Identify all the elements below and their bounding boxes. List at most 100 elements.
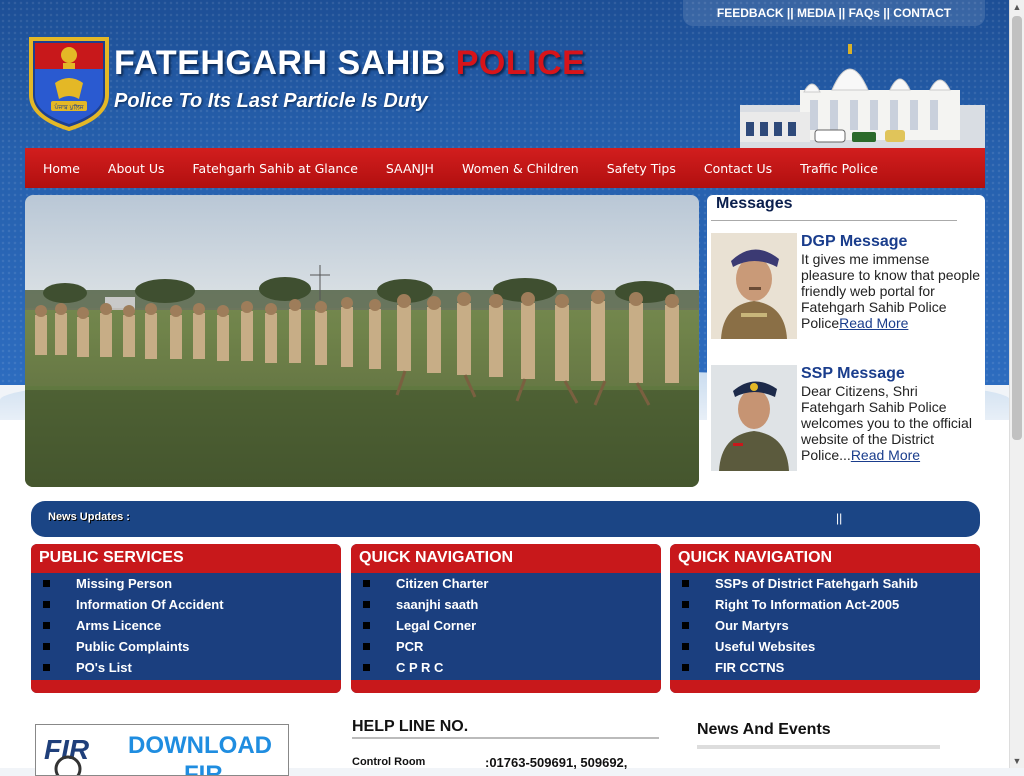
link-label: Information Of Accident — [76, 597, 224, 612]
scroll-thumb[interactable] — [1012, 16, 1022, 440]
bullet-icon — [43, 664, 50, 671]
link-label: Missing Person — [76, 576, 173, 591]
nav-contact-us[interactable]: Contact Us — [690, 161, 786, 176]
bullet-icon — [682, 580, 689, 587]
nav-home[interactable]: Home — [29, 161, 94, 176]
helpline-divider — [352, 737, 659, 739]
bullet-icon — [363, 601, 370, 608]
scroll-down-arrow-icon[interactable]: ▼ — [1010, 754, 1024, 768]
top-links[interactable]: FEEDBACK || MEDIA || FAQs || CONTACT — [717, 6, 951, 20]
quick-navigation-box-1: QUICK NAVIGATION Citizen Charter saanjhi… — [351, 544, 661, 693]
messages-panel: Messages DGP Message It gives me immense… — [707, 195, 985, 487]
link-useful-websites[interactable]: Useful Websites — [670, 636, 980, 657]
scroll-up-arrow-icon[interactable]: ▲ — [1010, 0, 1024, 14]
link-label: Right To Information Act-2005 — [715, 597, 900, 612]
quick-navigation-title-1: QUICK NAVIGATION — [351, 544, 661, 573]
bullet-icon — [43, 580, 50, 587]
link-rti-act[interactable]: Right To Information Act-2005 — [670, 594, 980, 615]
link-saanjhi-saath[interactable]: saanjhi saath — [351, 594, 661, 615]
link-label: PO's List — [76, 660, 132, 675]
box-footer — [31, 680, 341, 693]
bullet-icon — [682, 601, 689, 608]
link-pcr[interactable]: PCR — [351, 636, 661, 657]
link-legal-corner[interactable]: Legal Corner — [351, 615, 661, 636]
bullet-icon — [43, 601, 50, 608]
link-fir-cctns[interactable]: FIR CCTNS — [670, 657, 980, 678]
punjab-police-emblem-icon: ਪੰਜਾਬ ਪੁਲਿਸ — [29, 37, 109, 131]
bullet-icon — [363, 580, 370, 587]
ssp-message-text: Dear Citizens, Shri Fatehgarh Sahib Poli… — [801, 383, 983, 463]
fir-download-text-2: FIR — [184, 761, 223, 776]
news-separator: || — [836, 511, 843, 525]
helpline-control-room-label: Control Room — [352, 756, 426, 768]
public-services-box: PUBLIC SERVICES Missing Person Informati… — [31, 544, 341, 693]
link-label: Public Complaints — [76, 639, 190, 654]
gurdwara-building-image — [740, 44, 985, 148]
emblem-text: ਪੰਜਾਬ ਪੁਲਿਸ — [53, 103, 84, 111]
bullet-icon — [682, 622, 689, 629]
link-accident-info[interactable]: Information Of Accident — [31, 594, 341, 615]
news-events-title: News And Events — [697, 721, 831, 738]
link-public-complaints[interactable]: Public Complaints — [31, 636, 341, 657]
bullet-icon — [363, 643, 370, 650]
ssp-message-title[interactable]: SSP Message — [801, 365, 905, 383]
link-label: SSPs of District Fatehgarh Sahib — [715, 576, 918, 591]
nav-saanjh[interactable]: SAANJH — [372, 161, 448, 176]
ssp-photo — [711, 365, 797, 471]
page-scrollbar[interactable]: ▲ ▼ — [1009, 0, 1024, 768]
bullet-icon — [363, 622, 370, 629]
nav-safety-tips[interactable]: Safety Tips — [593, 161, 690, 176]
bullet-icon — [43, 622, 50, 629]
ssp-read-more-link[interactable]: Read More — [851, 447, 920, 463]
news-updates-label: News Updates : — [48, 511, 130, 523]
link-citizen-charter[interactable]: Citizen Charter — [351, 573, 661, 594]
news-updates-ticker[interactable]: News Updates : || — [31, 501, 980, 537]
helpline-title: HELP LINE NO. — [352, 718, 469, 735]
link-our-martyrs[interactable]: Our Martyrs — [670, 615, 980, 636]
nav-at-glance[interactable]: Fatehgarh Sahib at Glance — [179, 161, 372, 176]
nav-about-us[interactable]: About Us — [94, 161, 179, 176]
messages-title: Messages — [716, 195, 793, 212]
site-title-main: FATEHGARH SAHIB — [114, 44, 456, 82]
bullet-icon — [363, 664, 370, 671]
link-label: FIR CCTNS — [715, 660, 785, 675]
bullet-icon — [43, 643, 50, 650]
dgp-message-text: It gives me immense pleasure to know tha… — [801, 251, 983, 331]
link-label: PCR — [396, 639, 424, 654]
box-footer — [670, 680, 980, 693]
dgp-photo — [711, 233, 797, 339]
quick-navigation-title-2: QUICK NAVIGATION — [670, 544, 980, 573]
download-fir-banner[interactable]: FIR DOWNLOAD FIR — [35, 724, 289, 776]
fir-logo-text: FIR — [44, 734, 90, 765]
nav-traffic-police[interactable]: Traffic Police — [786, 161, 892, 176]
link-label: Arms Licence — [76, 618, 162, 633]
link-label: Citizen Charter — [396, 576, 489, 591]
news-events-divider — [697, 745, 940, 749]
dgp-message-title[interactable]: DGP Message — [801, 233, 907, 251]
site-title[interactable]: FATEHGARH SAHIB POLICE — [114, 44, 585, 83]
link-cprc[interactable]: C P R C — [351, 657, 661, 678]
link-missing-person[interactable]: Missing Person — [31, 573, 341, 594]
link-label: Legal Corner — [396, 618, 477, 633]
link-label: saanjhi saath — [396, 597, 479, 612]
link-label: C P R C — [396, 660, 444, 675]
fir-logo-icon: FIR — [44, 734, 90, 775]
link-label: Our Martyrs — [715, 618, 789, 633]
hero-slideshow-image[interactable] — [25, 195, 699, 487]
link-ssps-list[interactable]: SSPs of District Fatehgarh Sahib — [670, 573, 980, 594]
bullet-icon — [682, 664, 689, 671]
nav-women-children[interactable]: Women & Children — [448, 161, 593, 176]
messages-divider — [711, 220, 957, 221]
main-nav: Home About Us Fatehgarh Sahib at Glance … — [25, 148, 985, 188]
link-arms-licence[interactable]: Arms Licence — [31, 615, 341, 636]
dgp-read-more-link[interactable]: Read More — [839, 315, 908, 331]
quick-navigation-box-2: QUICK NAVIGATION SSPs of District Fatehg… — [670, 544, 980, 693]
top-links-bar[interactable]: FEEDBACK || MEDIA || FAQs || CONTACT — [683, 0, 985, 26]
public-services-title: PUBLIC SERVICES — [31, 544, 341, 573]
site-title-accent: POLICE — [455, 44, 586, 82]
box-footer — [351, 680, 661, 693]
bullet-icon — [682, 643, 689, 650]
link-label: Useful Websites — [715, 639, 816, 654]
site-tagline: Police To Its Last Particle Is Duty — [114, 90, 428, 112]
link-pos-list[interactable]: PO's List — [31, 657, 341, 678]
